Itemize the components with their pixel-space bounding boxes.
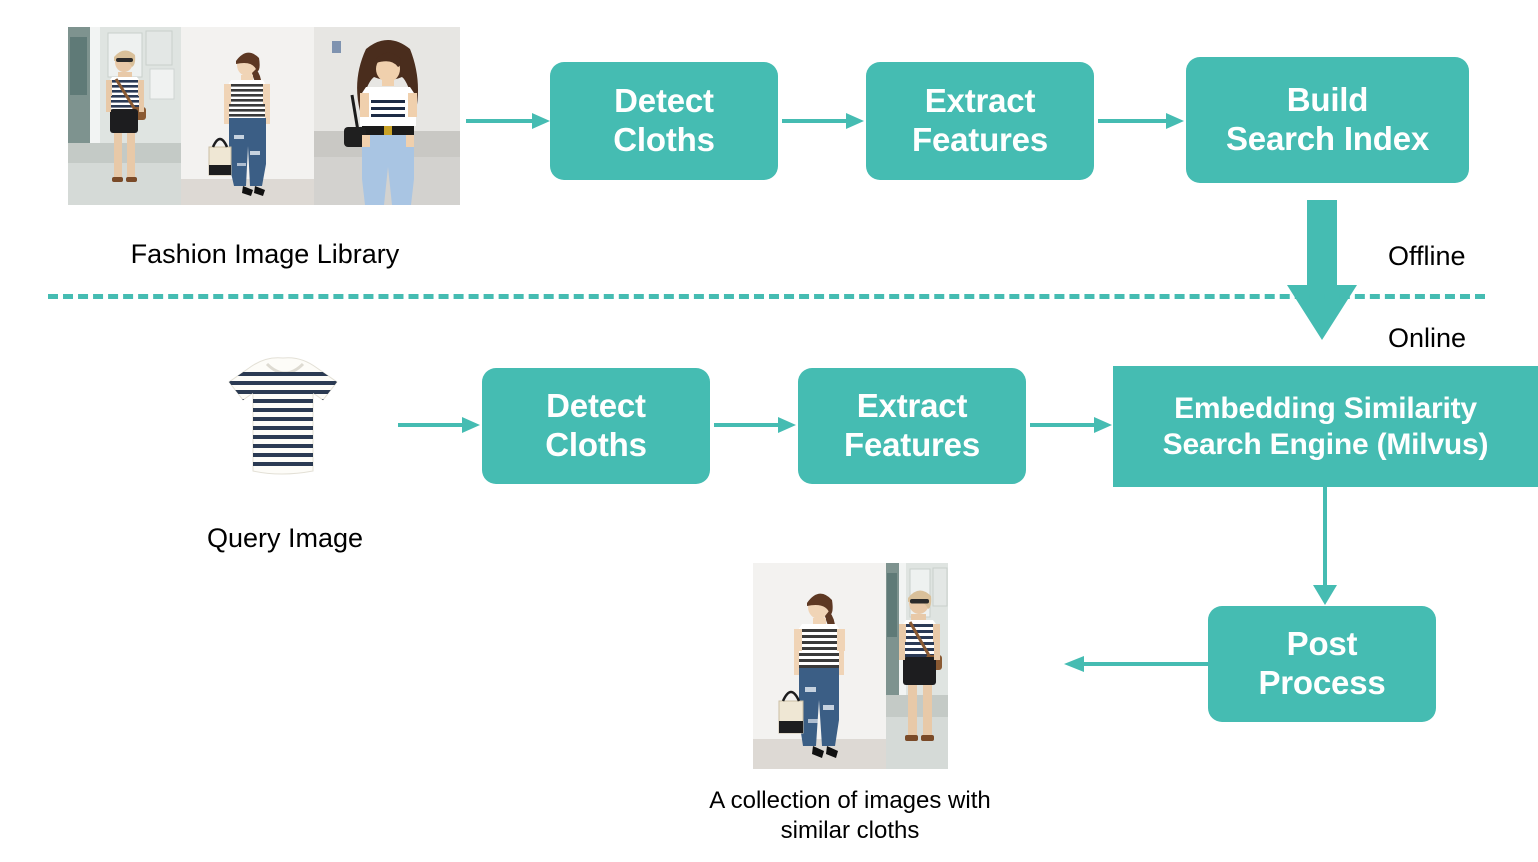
box-build-search-index-label: Build Search Index bbox=[1225, 81, 1430, 157]
fashion-image-library-thumbnails bbox=[68, 27, 460, 205]
box-extract-features-online-label: Extract Features bbox=[844, 387, 980, 463]
box-post-process[interactable]: Post Process bbox=[1208, 606, 1436, 722]
box-extract-features-offline-label: Extract Features bbox=[912, 82, 1048, 158]
arrow-extract-to-search-engine bbox=[1030, 414, 1112, 436]
query-image-caption: Query Image bbox=[206, 523, 364, 553]
label-online: Online bbox=[1388, 323, 1467, 353]
arrow-extract-to-build-index bbox=[1098, 110, 1184, 132]
library-photo-3 bbox=[314, 27, 460, 205]
box-search-engine-milvus-label: Embedding Similarity Search Engine (Milv… bbox=[1162, 392, 1489, 461]
box-build-search-index[interactable]: Build Search Index bbox=[1186, 57, 1469, 183]
box-extract-features-online[interactable]: Extract Features bbox=[798, 368, 1026, 484]
offline-online-divider bbox=[48, 294, 1485, 299]
label-offline: Offline bbox=[1388, 241, 1466, 271]
box-detect-cloths-offline-label: Detect Cloths bbox=[613, 82, 715, 158]
arrow-detect-to-extract-online bbox=[714, 414, 796, 436]
arrow-detect-to-extract-offline bbox=[782, 110, 864, 132]
box-search-engine-milvus[interactable]: Embedding Similarity Search Engine (Milv… bbox=[1113, 366, 1538, 487]
query-image-thumbnail bbox=[205, 352, 365, 488]
fashion-image-library-caption: Fashion Image Library bbox=[130, 239, 400, 269]
result-photo-1 bbox=[753, 563, 886, 769]
box-detect-cloths-offline[interactable]: Detect Cloths bbox=[550, 62, 778, 180]
box-detect-cloths-online-label: Detect Cloths bbox=[545, 387, 647, 463]
arrow-post-process-to-results bbox=[1064, 653, 1210, 675]
result-photo-2 bbox=[886, 563, 948, 769]
diagram-canvas: Fashion Image Library Detect Cloths Extr… bbox=[0, 0, 1538, 862]
arrow-library-to-detect bbox=[466, 110, 550, 132]
box-detect-cloths-online[interactable]: Detect Cloths bbox=[482, 368, 710, 484]
arrow-query-to-detect bbox=[398, 414, 480, 436]
box-post-process-label: Post Process bbox=[1258, 625, 1386, 701]
library-photo-1 bbox=[68, 27, 181, 205]
result-images-collage bbox=[753, 563, 948, 769]
box-extract-features-offline[interactable]: Extract Features bbox=[866, 62, 1094, 180]
library-photo-2 bbox=[181, 27, 314, 205]
arrow-search-engine-to-post-process bbox=[1308, 487, 1342, 605]
result-images-caption: A collection of images with similar clot… bbox=[709, 787, 991, 844]
arrow-offline-to-online bbox=[1286, 200, 1358, 340]
